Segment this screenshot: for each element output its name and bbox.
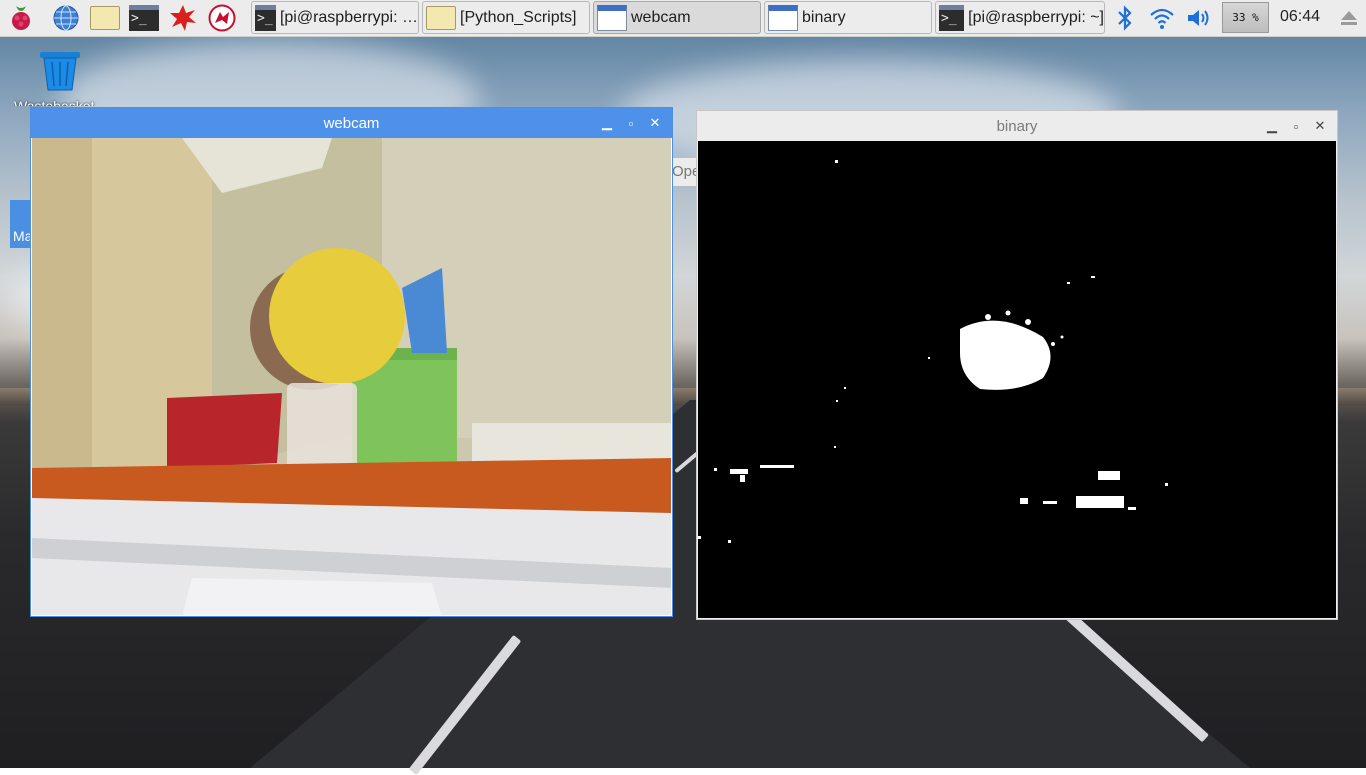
binary-window[interactable]: binary ▁ ▫ ✕ bbox=[696, 110, 1338, 620]
bluetooth-icon[interactable] bbox=[1110, 3, 1140, 33]
wastebasket-label: Wastebasket bbox=[14, 98, 95, 106]
wifi-icon[interactable] bbox=[1147, 3, 1177, 33]
window-icon bbox=[768, 4, 798, 31]
task-binary[interactable]: binary bbox=[764, 1, 932, 34]
taskbar: >_ >_ [pi@raspberrypi: … [Python_Scripts… bbox=[0, 0, 1366, 37]
task-label: [pi@raspberrypi: … bbox=[279, 8, 418, 26]
webcam-titlebar[interactable]: webcam ▁ ▫ ✕ bbox=[31, 108, 672, 138]
binary-mask-view bbox=[698, 141, 1336, 618]
raspberry-menu-icon[interactable] bbox=[6, 3, 36, 33]
task-terminal-1[interactable]: >_ [pi@raspberrypi: … bbox=[251, 1, 419, 34]
folder-icon bbox=[426, 5, 456, 30]
eject-icon[interactable] bbox=[1334, 3, 1364, 33]
math-kernel-icon[interactable] bbox=[168, 3, 198, 33]
binary-titlebar[interactable]: binary ▁ ▫ ✕ bbox=[697, 111, 1337, 141]
maximize-button[interactable]: ▫ bbox=[622, 114, 640, 132]
clock[interactable]: 06:44 bbox=[1280, 8, 1320, 26]
minimize-button[interactable]: ▁ bbox=[1263, 117, 1281, 135]
close-button[interactable]: ✕ bbox=[646, 114, 664, 132]
battery-indicator[interactable]: 33 % bbox=[1222, 2, 1269, 33]
task-label: webcam bbox=[631, 8, 691, 26]
minimize-button[interactable]: ▁ bbox=[598, 114, 616, 132]
maximize-button[interactable]: ▫ bbox=[1287, 117, 1305, 135]
background-window-fragment[interactable]: Ma bbox=[10, 200, 30, 248]
window-title: webcam bbox=[323, 114, 380, 132]
terminal-icon: >_ bbox=[939, 4, 965, 31]
wastebasket-icon[interactable] bbox=[38, 50, 82, 92]
web-browser-icon[interactable] bbox=[51, 3, 81, 33]
task-python-scripts[interactable]: [Python_Scripts] bbox=[422, 1, 590, 34]
window-icon bbox=[597, 4, 627, 31]
background-window-fragment-2[interactable]: Ope bbox=[672, 158, 696, 186]
terminal-icon[interactable]: >_ bbox=[129, 3, 159, 33]
task-terminal-2[interactable]: >_ [pi@raspberrypi: ~] bbox=[935, 1, 1105, 34]
file-manager-icon[interactable] bbox=[90, 3, 120, 33]
task-label: [pi@raspberrypi: ~] bbox=[968, 8, 1104, 26]
webcam-window[interactable]: webcam ▁ ▫ ✕ bbox=[30, 107, 673, 617]
terminal-icon: >_ bbox=[255, 4, 276, 31]
webcam-feed bbox=[32, 138, 671, 615]
task-label: binary bbox=[802, 8, 846, 26]
close-button[interactable]: ✕ bbox=[1311, 117, 1329, 135]
task-label: [Python_Scripts] bbox=[460, 8, 577, 26]
window-title: binary bbox=[996, 117, 1038, 135]
task-webcam[interactable]: webcam bbox=[593, 1, 761, 34]
wolfram-icon[interactable] bbox=[207, 3, 237, 33]
volume-icon[interactable] bbox=[1184, 3, 1214, 33]
